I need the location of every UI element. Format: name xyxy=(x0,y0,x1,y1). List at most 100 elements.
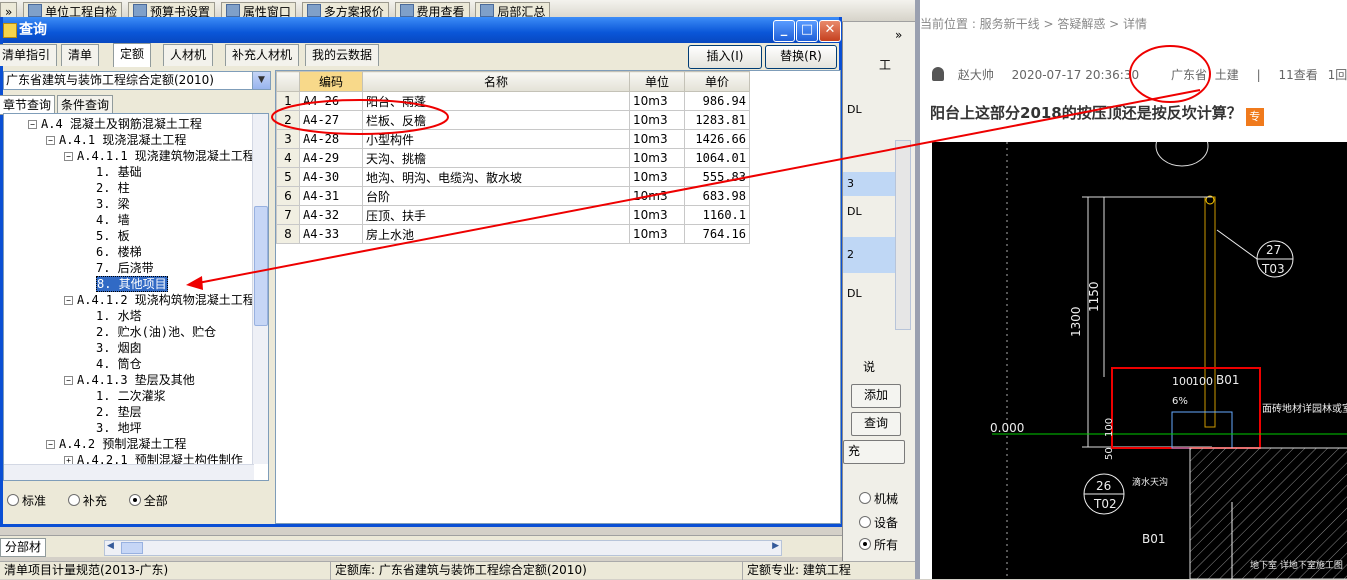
tree-node[interactable]: − A.4.1.3 垫层及其他 xyxy=(64,372,195,388)
close-button[interactable]: ✕ xyxy=(819,20,841,42)
collapse-icon[interactable]: − xyxy=(28,120,37,129)
chevron-down-icon[interactable]: ▼ xyxy=(252,72,270,89)
replace-button[interactable]: 替换(R) xyxy=(765,45,837,69)
quota-library-select[interactable]: 广东省建筑与装饰工程综合定额(2010) ▼ xyxy=(3,71,271,90)
horizontal-scrollbar[interactable]: ◀ ▶ xyxy=(104,540,782,556)
column-header[interactable]: 单位 xyxy=(629,71,685,92)
tab-supplement-labor-material[interactable]: 补充人材机 xyxy=(225,44,300,66)
table-row[interactable]: 6 A4-31 台阶 10m3 683.98 xyxy=(276,186,750,206)
radio-label: 标准 xyxy=(22,494,47,508)
scroll-thumb[interactable] xyxy=(254,206,268,326)
tree-node[interactable]: − A.4.1 现浇混凝土工程 xyxy=(46,132,186,148)
tree-node-label: 6. 楼梯 xyxy=(96,245,142,259)
post-datetime: 2020-07-17 20:36:30 xyxy=(1011,68,1140,82)
tree-node[interactable]: 4. 筒仓 xyxy=(96,356,142,372)
tab-quota[interactable]: 定额 xyxy=(113,43,152,67)
scroll-thumb[interactable] xyxy=(121,542,143,554)
table-cell: 683.98 xyxy=(684,186,750,206)
tree-node[interactable]: 4. 墙 xyxy=(96,212,130,228)
tab-chapter-query[interactable]: 章节查询 xyxy=(0,95,56,115)
collapse-icon[interactable]: − xyxy=(46,440,55,449)
add-button[interactable]: 添加 xyxy=(851,384,901,408)
tree-node[interactable]: 2. 贮水(油)池、贮仓 xyxy=(96,324,216,340)
collapse-icon[interactable]: − xyxy=(64,296,73,305)
meta-separator: | xyxy=(1256,68,1261,82)
tree-node[interactable]: − A.4.1.1 现浇建筑物混凝土工程 xyxy=(64,148,255,164)
radio-equipment[interactable]: 设备 xyxy=(859,514,898,531)
tree-node[interactable]: 1. 基础 xyxy=(96,164,142,180)
tree-horizontal-scrollbar[interactable] xyxy=(4,464,254,480)
chevron-right-icon[interactable]: ▶ xyxy=(772,541,779,551)
tree-node[interactable]: 8. 其他项目 xyxy=(96,276,168,292)
tree-scrollbar[interactable] xyxy=(252,114,268,464)
tree-node[interactable]: 2. 柱 xyxy=(96,180,130,196)
tree-node[interactable]: 3. 烟囱 xyxy=(96,340,142,356)
table-row[interactable]: 1 A4-26 阳台、雨蓬 10m3 986.94 xyxy=(276,91,750,111)
tree-node[interactable]: − A.4 混凝土及钢筋混凝土工程 xyxy=(28,116,202,132)
detail-callout-top xyxy=(1155,125,1209,167)
tab-labor-material[interactable]: 人材机 xyxy=(163,44,214,66)
summary-icon xyxy=(480,4,495,17)
tree-node-label: 2. 柱 xyxy=(96,181,130,195)
tree-node[interactable]: 1. 水塔 xyxy=(96,308,142,324)
minimize-button[interactable]: _ xyxy=(773,20,795,42)
tree-node[interactable]: 5. 板 xyxy=(96,228,130,244)
table-row[interactable]: 8 A4-33 房上水池 10m3 764.16 xyxy=(276,224,750,244)
list-item[interactable]: 3 xyxy=(843,172,903,196)
radio-circle xyxy=(859,492,871,504)
tree-node[interactable]: − A.4.1.2 现浇构筑物混凝土工程 xyxy=(64,292,255,308)
table-row[interactable]: 5 A4-30 地沟、明沟、电缆沟、散水坡 10m3 555.83 xyxy=(276,167,750,187)
settings-icon xyxy=(133,4,148,17)
radio-all[interactable]: 所有 xyxy=(859,536,898,553)
chevron-left-icon[interactable]: ◀ xyxy=(107,541,114,551)
radio-standard[interactable]: 标准 xyxy=(7,494,46,508)
tree-node-label: 4. 墙 xyxy=(96,213,130,227)
table-row[interactable]: 2 A4-27 栏板、反檐 10m3 1283.81 xyxy=(276,110,750,130)
column-header[interactable]: 名称 xyxy=(362,71,630,92)
cad-label: 1300 xyxy=(1069,306,1083,337)
chapter-tree: + A.4.2.1 预制混凝土构件制作 − A.4.2 预制混凝土工程 3. 地坪 2. … xyxy=(3,113,269,481)
tree-node[interactable]: 7. 后浇带 xyxy=(96,260,154,276)
collapse-icon[interactable]: − xyxy=(46,136,55,145)
tab-part-material[interactable]: 分部材 xyxy=(0,538,47,557)
author-name[interactable]: 赵大帅 xyxy=(958,68,994,82)
supplement-button[interactable]: 充 xyxy=(843,440,905,464)
table-row[interactable]: 3 A4-28 小型构件 10m3 1426.66 xyxy=(276,129,750,149)
tree-node[interactable]: 3. 梁 xyxy=(96,196,130,212)
list-item[interactable]: 2 xyxy=(843,237,903,273)
insert-button[interactable]: 插入(I) xyxy=(688,45,762,69)
slab-section xyxy=(1189,447,1347,579)
panel-scrollbar[interactable] xyxy=(895,140,911,330)
column-header[interactable]: 单价 xyxy=(684,71,750,92)
collapse-icon[interactable]: − xyxy=(64,152,73,161)
table-row[interactable]: 4 A4-29 天沟、挑檐 10m3 1064.01 xyxy=(276,148,750,168)
tree-node-label: 1. 基础 xyxy=(96,165,142,179)
tab-bill-guide[interactable]: 清单指引 xyxy=(0,44,58,66)
query-button[interactable]: 查询 xyxy=(851,412,901,436)
table-cell: 压顶、扶手 xyxy=(362,205,630,225)
dialog-titlebar[interactable]: 查询 _ □ ✕ xyxy=(3,17,841,43)
tab-bill[interactable]: 清单 xyxy=(61,44,100,66)
table-row[interactable]: 7 A4-32 压顶、扶手 10m3 1160.1 xyxy=(276,205,750,225)
column-header[interactable]: 编码 xyxy=(299,71,363,92)
collapse-icon[interactable]: − xyxy=(64,376,73,385)
list-item[interactable]: DL xyxy=(843,200,903,224)
radio-machine[interactable]: 机械 xyxy=(859,490,898,507)
list-item[interactable]: DL xyxy=(843,98,903,122)
tab-my-cloud-data[interactable]: 我的云数据 xyxy=(305,44,380,66)
panel-chevron[interactable]: » xyxy=(895,28,902,42)
tree-node[interactable]: 1. 二次灌浆 xyxy=(96,388,166,404)
tree-node[interactable]: 2. 垫层 xyxy=(96,404,142,420)
radio-supplement[interactable]: 补充 xyxy=(67,494,107,508)
tree-node[interactable]: − A.4.2 预制混凝土工程 xyxy=(46,436,186,452)
radio-all-items[interactable]: 全部 xyxy=(128,494,168,508)
table-cell: 台阶 xyxy=(362,186,630,206)
list-item[interactable]: DL xyxy=(843,282,903,306)
maximize-button[interactable]: □ xyxy=(796,20,818,42)
tree-node[interactable]: 6. 楼梯 xyxy=(96,244,142,260)
question-meta: 赵大帅 2020-07-17 20:36:30 广东省 土建 | 11查看 1回… xyxy=(932,66,1347,83)
tree-node[interactable]: 3. 地坪 xyxy=(96,420,142,436)
tab-condition-query[interactable]: 条件查询 xyxy=(57,95,114,115)
table-cell: A4-33 xyxy=(299,224,363,244)
tree-node-label: 1. 二次灌浆 xyxy=(96,389,166,403)
